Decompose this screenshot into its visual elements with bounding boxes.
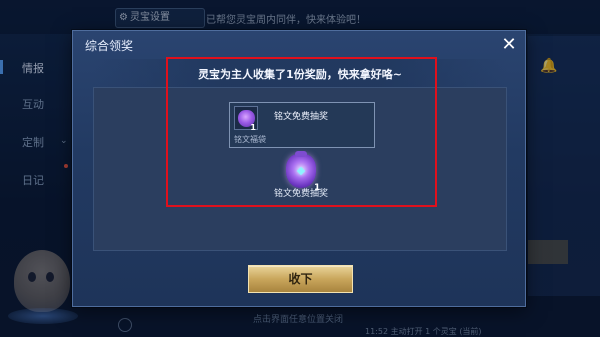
reward-header: 灵宝为主人收集了1份奖励，快来拿好咯~ [93, 59, 507, 87]
reward-dialog: 综合领奖 ✕ 灵宝为主人收集了1份奖励，快来拿好咯~ 1 铭文免费抽奖 铭文福袋… [72, 30, 526, 307]
bag-knot [295, 151, 307, 157]
tooltip-item-quantity: 1 [250, 123, 256, 132]
dialog-titlebar: 综合领奖 ✕ [73, 31, 525, 59]
reward-item-name: 铭文免费抽奖 [273, 189, 328, 199]
bag-gem [296, 166, 306, 176]
tooltip-item-thumb: 1 [234, 106, 258, 132]
tooltip-item-category: 铭文福袋 [234, 135, 266, 144]
dialog-title: 综合领奖 [85, 39, 134, 53]
close-icon[interactable]: ✕ [499, 35, 519, 55]
tooltip-item-name: 铭文免费抽奖 [274, 112, 329, 122]
receive-button[interactable]: 收下 [248, 265, 353, 293]
inscription-bag-icon [286, 151, 316, 188]
item-tooltip: 1 铭文免费抽奖 铭文福袋 [229, 102, 375, 148]
reward-content-panel: 1 铭文免费抽奖 铭文福袋 1 铭文免费抽奖 [93, 87, 507, 251]
reward-header-text: 灵宝为主人收集了1份奖励，快来拿好咯~ [198, 68, 402, 81]
